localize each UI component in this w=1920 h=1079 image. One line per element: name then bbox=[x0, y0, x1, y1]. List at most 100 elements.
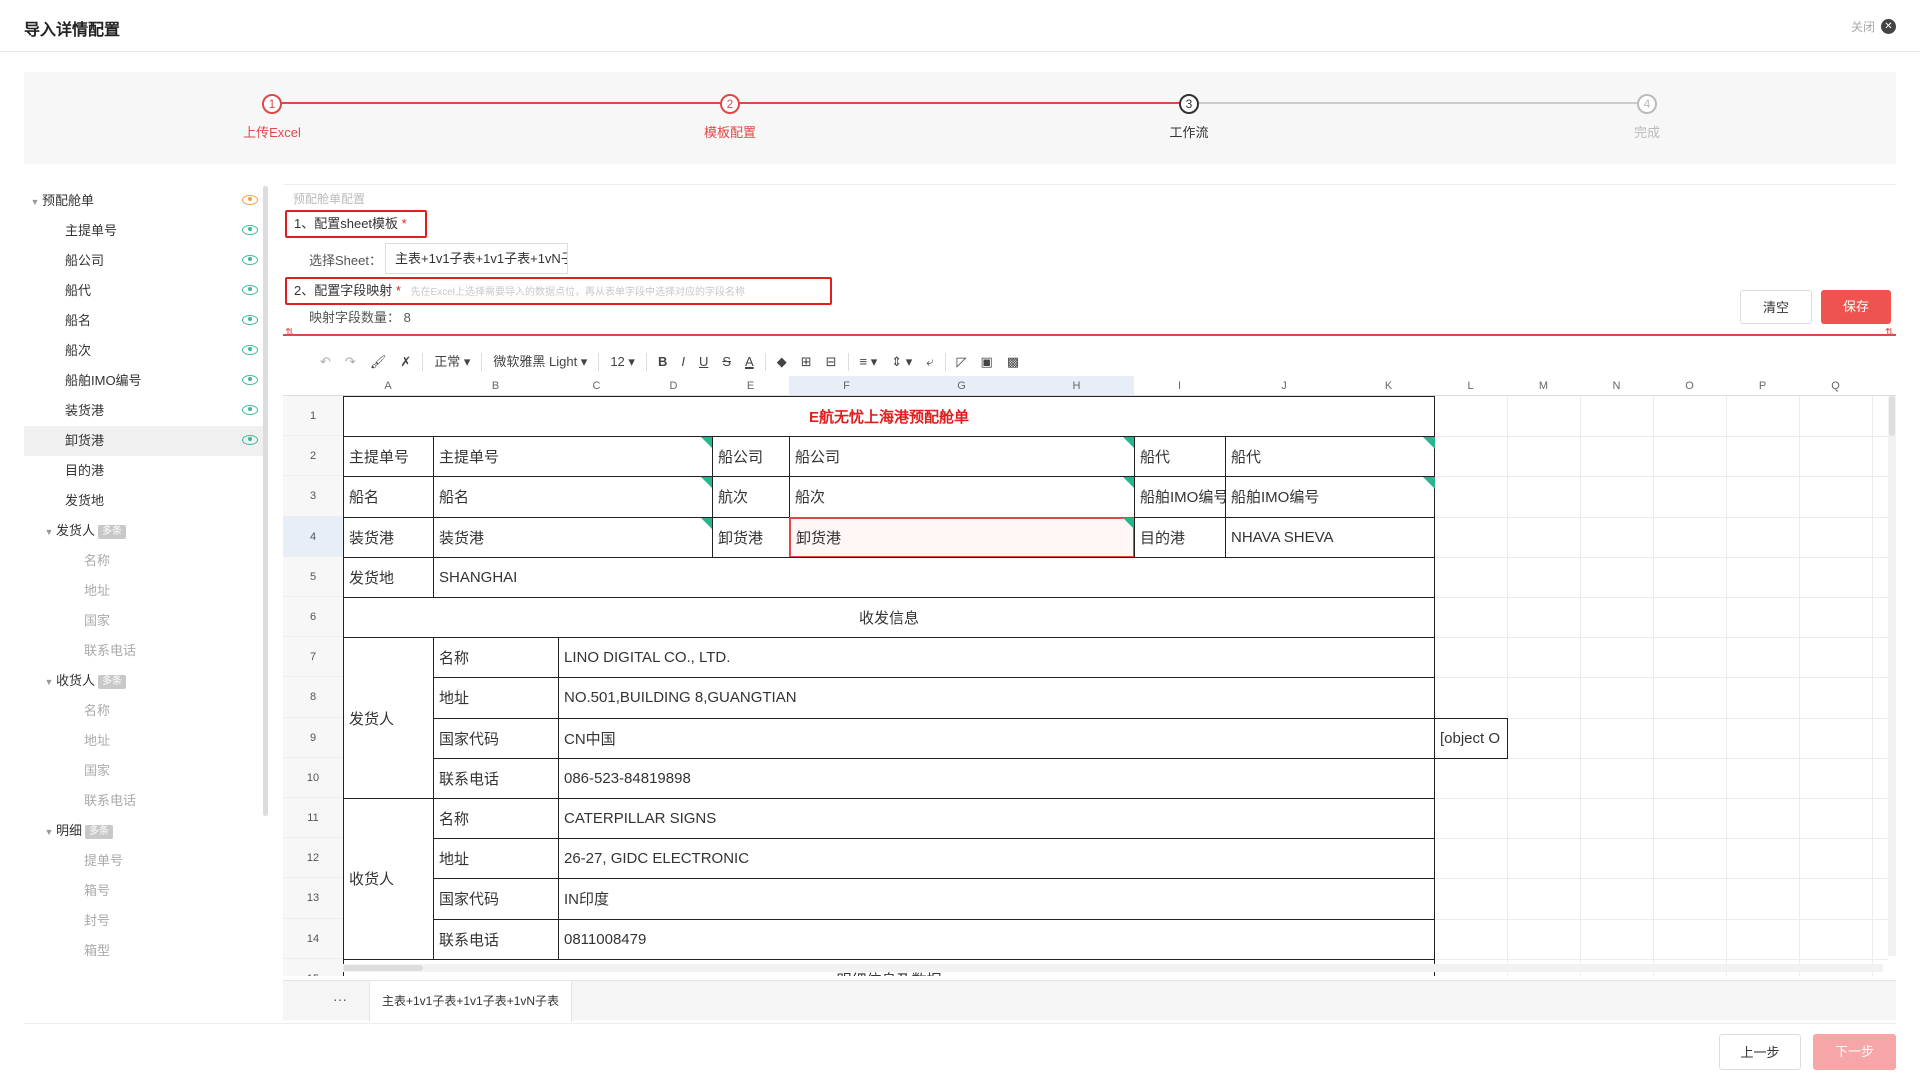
sheet-cell[interactable]: 船公司 bbox=[712, 436, 790, 478]
row-header[interactable]: 14 bbox=[283, 918, 343, 959]
more-sheets-icon[interactable]: ··· bbox=[333, 991, 347, 1007]
sheet-cell[interactable]: 装货港 bbox=[433, 516, 713, 558]
tree-item[interactable]: 封号 bbox=[24, 906, 268, 936]
sheet-cell[interactable]: 船代 bbox=[1225, 436, 1435, 478]
bold-icon[interactable]: B bbox=[651, 350, 674, 374]
column-header[interactable]: N bbox=[1580, 376, 1653, 396]
sheet-cell[interactable]: 发货地 bbox=[343, 556, 434, 598]
clear-button[interactable]: 清空 bbox=[1740, 290, 1812, 324]
background-image-icon[interactable]: ▩ bbox=[1000, 350, 1026, 374]
diagonal-border-icon[interactable]: ◸ bbox=[950, 350, 974, 374]
column-header[interactable]: Q bbox=[1799, 376, 1872, 396]
row-header[interactable]: 12 bbox=[283, 838, 343, 879]
tree-item[interactable]: 主提单号 bbox=[24, 216, 268, 246]
tree-item[interactable]: ▼ 明细 多条 bbox=[24, 816, 268, 846]
sheet-cell[interactable]: 收发信息 bbox=[343, 597, 1435, 639]
sheet-cell[interactable]: 名称 bbox=[433, 637, 559, 679]
sheet-cell[interactable]: 发货人 bbox=[343, 637, 434, 799]
sheet-cell[interactable]: SHANGHAI bbox=[433, 556, 1435, 598]
tree-item[interactable]: 地址 bbox=[24, 726, 268, 756]
sheet-cell[interactable]: 主提单号 bbox=[343, 436, 434, 478]
tree-item[interactable]: 联系电话 bbox=[24, 636, 268, 666]
row-header[interactable]: 2 bbox=[283, 436, 343, 477]
sheet-cell[interactable]: 地址 bbox=[433, 677, 559, 719]
sheet-cell[interactable]: IN印度 bbox=[558, 878, 1435, 920]
format-painter-icon[interactable]: 🖌 bbox=[363, 350, 394, 374]
border-icon[interactable]: ⊞ bbox=[794, 350, 819, 374]
sheet-cell[interactable]: 目的港 bbox=[1134, 516, 1226, 558]
sheet-cell[interactable]: 联系电话 bbox=[433, 918, 559, 960]
sheet-cell[interactable]: E航无忧上海港预配舱单 bbox=[343, 396, 1435, 438]
resize-divider[interactable]: ⇅ ⇅ bbox=[283, 327, 1896, 339]
sheet-cell[interactable]: 船舶IMO编号 bbox=[1225, 476, 1435, 518]
expand-caret-icon[interactable]: ▼ bbox=[42, 817, 56, 847]
column-header[interactable]: B bbox=[433, 376, 558, 396]
next-step-button[interactable]: 下一步 bbox=[1813, 1034, 1896, 1070]
tree-item[interactable]: 联系电话 bbox=[24, 786, 268, 816]
column-header[interactable]: K bbox=[1343, 376, 1434, 396]
tree-item[interactable]: 名称 bbox=[24, 546, 268, 576]
tree-item[interactable]: 船代 bbox=[24, 276, 268, 306]
tree-item[interactable]: 船次 bbox=[24, 336, 268, 366]
sheet-cell[interactable]: 名称 bbox=[433, 798, 559, 840]
tree-item[interactable]: 船舶IMO编号 bbox=[24, 366, 268, 396]
tree-item[interactable]: 国家 bbox=[24, 606, 268, 636]
row-header[interactable]: 13 bbox=[283, 878, 343, 919]
fill-color-icon[interactable]: ◆ bbox=[770, 350, 794, 374]
tree-item[interactable]: 国家 bbox=[24, 756, 268, 786]
grid-corner[interactable] bbox=[283, 376, 343, 396]
eye-icon[interactable] bbox=[242, 285, 258, 295]
scroll-thumb[interactable] bbox=[1889, 396, 1895, 436]
close-button[interactable]: 关闭 ✕ bbox=[1851, 18, 1896, 35]
eye-icon[interactable] bbox=[242, 435, 258, 445]
column-header[interactable]: E bbox=[712, 376, 789, 396]
font-family-select[interactable]: 微软雅黑 Light ▾ bbox=[486, 350, 594, 374]
resize-handle-right-icon[interactable]: ⇅ bbox=[1885, 326, 1894, 340]
undo-icon[interactable]: ↶ bbox=[313, 350, 338, 374]
column-header[interactable]: I bbox=[1134, 376, 1225, 396]
column-header[interactable]: M bbox=[1507, 376, 1580, 396]
tree-item[interactable]: 装货港 bbox=[24, 396, 268, 426]
eye-icon[interactable] bbox=[242, 225, 258, 235]
prev-step-button[interactable]: 上一步 bbox=[1719, 1034, 1801, 1070]
italic-icon[interactable]: I bbox=[674, 350, 692, 374]
sheet-cell[interactable]: 船公司 bbox=[789, 436, 1135, 478]
row-header[interactable]: 7 bbox=[283, 637, 343, 678]
row-header[interactable]: 5 bbox=[283, 556, 343, 597]
sheet-cell[interactable]: 船次 bbox=[789, 476, 1135, 518]
sheet-cell[interactable]: 船代 bbox=[1134, 436, 1226, 478]
font-size-select[interactable]: 12 ▾ bbox=[603, 350, 642, 374]
tree-item[interactable]: 地址 bbox=[24, 576, 268, 606]
column-header[interactable]: D bbox=[635, 376, 712, 396]
sheet-cell[interactable]: 0811008479 bbox=[558, 918, 1435, 960]
redo-icon[interactable]: ↷ bbox=[338, 350, 363, 374]
sheet-cell[interactable]: 卸货港 bbox=[712, 516, 790, 558]
sheet-cell[interactable]: 国家代码 bbox=[433, 717, 559, 759]
column-header[interactable]: C bbox=[558, 376, 635, 396]
tree-item[interactable]: 船公司 bbox=[24, 246, 268, 276]
expand-caret-icon[interactable]: ▼ bbox=[42, 667, 56, 697]
insert-image-icon[interactable]: ▣ bbox=[974, 350, 1000, 374]
sheet-cell[interactable]: 船名 bbox=[433, 476, 713, 518]
row-header[interactable]: 15 bbox=[283, 958, 343, 976]
tree-item[interactable]: 目的港 bbox=[24, 456, 268, 486]
eye-icon[interactable] bbox=[242, 375, 258, 385]
sheet-cell[interactable]: 装货港 bbox=[343, 516, 434, 558]
underline-icon[interactable]: U bbox=[692, 350, 715, 374]
eye-icon[interactable] bbox=[242, 345, 258, 355]
tree-item[interactable]: 发货地 bbox=[24, 486, 268, 516]
clear-format-icon[interactable]: ✗ bbox=[393, 350, 418, 374]
font-color-icon[interactable]: A bbox=[738, 350, 761, 374]
text-wrap-icon[interactable]: ⤶ bbox=[919, 350, 940, 374]
row-header[interactable]: 8 bbox=[283, 677, 343, 718]
sheet-cell[interactable]: 国家代码 bbox=[433, 878, 559, 920]
sheet-cell[interactable]: 主提单号 bbox=[433, 436, 713, 478]
save-button[interactable]: 保存 bbox=[1821, 290, 1891, 324]
sheet-cell[interactable]: 086-523-84819898 bbox=[558, 757, 1435, 799]
sheet-cell[interactable]: CN中国 bbox=[558, 717, 1435, 759]
sheet-cell[interactable]: [object O bbox=[1434, 717, 1508, 759]
eye-icon[interactable] bbox=[242, 405, 258, 415]
sheet-cell[interactable]: NHAVA SHEVA bbox=[1225, 516, 1435, 558]
eye-icon[interactable] bbox=[242, 255, 258, 265]
sheet-cell[interactable]: 卸货港 bbox=[789, 516, 1135, 558]
